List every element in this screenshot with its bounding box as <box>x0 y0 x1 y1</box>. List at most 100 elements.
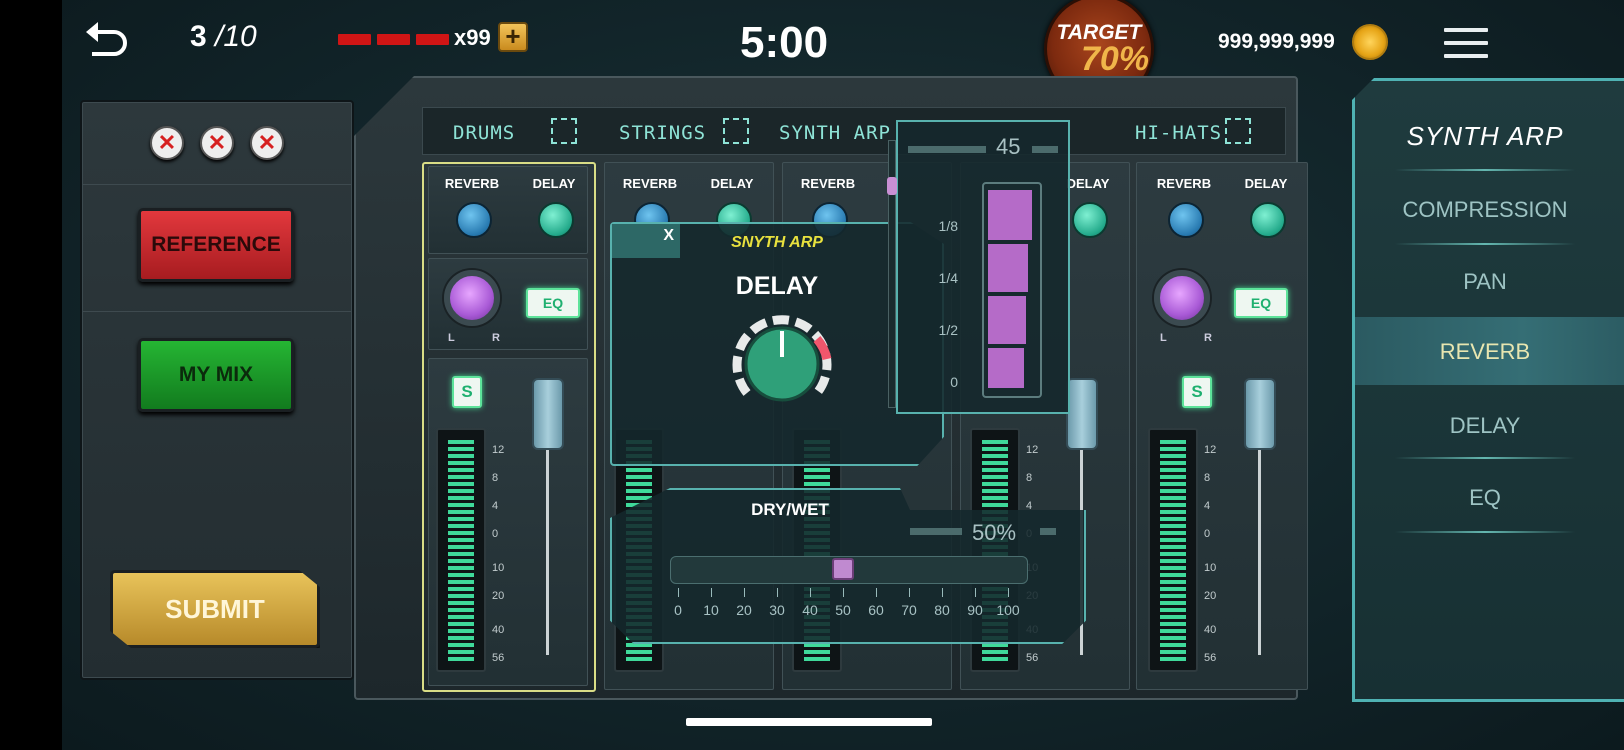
pan-knob[interactable] <box>1154 270 1210 326</box>
panel-divider <box>82 311 352 312</box>
volume-fader-handle[interactable] <box>1066 378 1098 450</box>
strike-markers: ✕ ✕ ✕ <box>150 126 284 160</box>
strike-x-icon: ✕ <box>200 126 234 160</box>
time-bar-segment <box>988 296 1026 344</box>
delay-knob[interactable] <box>538 202 574 238</box>
dry-wet-popup: DRY/WET 50% 0 10 20 30 40 50 60 70 80 90 100 <box>610 488 1086 644</box>
slider-tick <box>777 588 778 597</box>
menu-divider <box>1395 531 1575 533</box>
volume-fader-handle[interactable] <box>1244 378 1276 450</box>
tab-drums[interactable]: DRUMS <box>453 122 515 144</box>
time-value-bar-right <box>1032 146 1058 153</box>
delay-time-popup: 45 1/8 1/4 1/2 0 <box>896 120 1070 414</box>
reverb-knob[interactable] <box>1168 202 1204 238</box>
pan-knob[interactable] <box>444 270 500 326</box>
slider-tick <box>678 588 679 597</box>
hamburger-menu-icon[interactable] <box>1444 28 1488 67</box>
life-pip <box>338 34 371 45</box>
delay-label: DELAY <box>532 176 576 191</box>
delay-knob[interactable] <box>1250 202 1286 238</box>
menu-item-reverb[interactable]: REVERB <box>1355 339 1615 365</box>
dry-wet-value: 50% <box>972 520 1017 545</box>
slider-tick <box>810 588 811 597</box>
home-indicator <box>686 718 932 726</box>
tab-hi-hats[interactable]: HI-HATS <box>1135 122 1222 144</box>
menu-item-pan[interactable]: PAN <box>1355 269 1615 295</box>
pan-right-label: R <box>492 332 500 344</box>
slider-tick <box>909 588 910 597</box>
eq-button[interactable]: EQ <box>526 288 580 318</box>
dry-wet-bar-right <box>1040 528 1056 535</box>
slider-tick <box>1008 588 1009 597</box>
life-pip <box>377 34 410 45</box>
volume-fader-track <box>1258 440 1261 655</box>
volume-fader-handle[interactable] <box>532 378 564 450</box>
dry-wet-ticks: 0 10 20 30 40 50 60 70 80 90 100 <box>612 588 1084 628</box>
reverb-label: REVERB <box>1156 176 1212 191</box>
target-value: 70% <box>1081 40 1150 78</box>
time-bar-segment <box>988 190 1032 240</box>
dry-wet-bar-left <box>910 528 962 535</box>
level-meter <box>436 428 486 672</box>
slider-tick <box>744 588 745 597</box>
pan-right-label: R <box>1204 332 1212 344</box>
submit-button[interactable]: SUBMIT <box>110 570 320 648</box>
menu-item-eq[interactable]: EQ <box>1355 485 1615 511</box>
strike-x-icon: ✕ <box>250 126 284 160</box>
pan-left-label: L <box>1160 332 1167 344</box>
scroll-thumb[interactable] <box>887 177 897 195</box>
add-lives-button[interactable]: + <box>498 22 528 52</box>
slider-tick <box>843 588 844 597</box>
expand-icon[interactable] <box>551 118 577 144</box>
menu-divider <box>1395 457 1575 459</box>
delay-amount-knob[interactable] <box>727 309 837 419</box>
effects-menu-panel: SYNTH ARP COMPRESSION PAN REVERB DELAY E… <box>1352 78 1624 702</box>
time-bar-segment <box>988 348 1024 388</box>
reverb-knob[interactable] <box>456 202 492 238</box>
lives-bar <box>338 34 449 45</box>
time-tick-labels: 1/8 1/4 1/2 0 <box>938 218 958 390</box>
delay-knob[interactable] <box>1072 202 1108 238</box>
tab-strings[interactable]: STRINGS <box>619 122 706 144</box>
strike-x-icon: ✕ <box>150 126 184 160</box>
undo-arrow-icon[interactable] <box>82 14 130 60</box>
delay-label: DELAY <box>710 176 754 191</box>
coin-icon <box>1352 24 1388 60</box>
eq-button[interactable]: EQ <box>1234 288 1288 318</box>
reverb-label: REVERB <box>622 176 678 191</box>
panel-divider <box>82 184 352 185</box>
timer: 5:00 <box>740 18 829 67</box>
volume-fader-track <box>546 440 549 655</box>
expand-icon[interactable] <box>1225 118 1251 144</box>
menu-item-delay[interactable]: DELAY <box>1355 413 1615 439</box>
level-progress: 3 /10 <box>190 20 257 54</box>
progress-current: 3 <box>190 20 207 53</box>
progress-total: /10 <box>215 20 257 53</box>
meter-scale: 12840 10204056 <box>1204 444 1217 664</box>
left-control-panel: ✕ ✕ ✕ REFERENCE MY MIX SUBMIT <box>80 100 354 680</box>
slider-tick <box>876 588 877 597</box>
slider-tick-label: 100 <box>996 602 1020 618</box>
reverb-label: REVERB <box>444 176 500 191</box>
tab-synth-arp[interactable]: SYNTH ARP <box>779 122 891 144</box>
reverb-label: REVERB <box>800 176 856 191</box>
lives-count: x99 <box>454 25 491 50</box>
meter-scale: 12840 10204056 <box>492 444 505 664</box>
solo-button[interactable]: S <box>1182 376 1212 408</box>
time-bar-segment <box>988 244 1028 292</box>
slider-tick <box>942 588 943 597</box>
slider-tick <box>711 588 712 597</box>
slider-tick <box>975 588 976 597</box>
menu-divider <box>1395 169 1575 171</box>
panel-title: SYNTH ARP <box>1406 121 1564 151</box>
reference-button[interactable]: REFERENCE <box>138 208 294 282</box>
menu-item-compression[interactable]: COMPRESSION <box>1355 197 1615 223</box>
solo-button[interactable]: S <box>452 376 482 408</box>
scroll-indicator[interactable] <box>887 140 897 408</box>
dry-wet-slider-handle[interactable] <box>832 558 854 580</box>
delay-time-slider[interactable] <box>982 182 1042 398</box>
my-mix-button[interactable]: MY MIX <box>138 338 294 412</box>
expand-icon[interactable] <box>723 118 749 144</box>
time-value-bar-left <box>908 146 986 153</box>
menu-divider <box>1395 243 1575 245</box>
